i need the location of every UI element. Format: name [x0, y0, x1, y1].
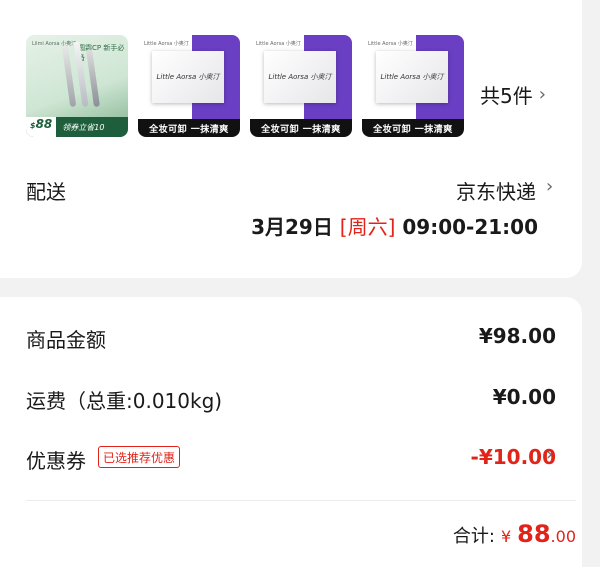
wipe-banner: 全妆可卸 一抹清爽	[138, 119, 240, 137]
divider	[26, 500, 576, 501]
product-price: $ 88	[26, 117, 57, 137]
delivery-date: 3月29日	[251, 215, 333, 239]
order-items-card: Lilmi Aorsa 小奥汀 圆霜CP 新手必备 $ 88 领券立省10 Li…	[0, 0, 582, 278]
goods-amount-value: ¥98.00	[478, 324, 556, 348]
wipe-banner: 全妆可卸 一抹清爽	[250, 119, 352, 137]
wipe-package-label: Little Aorsa 小奥汀	[268, 73, 332, 81]
goods-amount-label: 商品金额	[26, 328, 106, 352]
delivery-time[interactable]: 3月29日 [周六] 09:00-21:00	[251, 211, 538, 240]
courier-name: 京东快递	[456, 180, 536, 204]
order-total: 合计: ¥ 88 .00	[453, 520, 576, 548]
total-currency: ¥	[500, 527, 512, 546]
wipe-package-label: Little Aorsa 小奥汀	[380, 73, 444, 81]
wipe-package: Little Aorsa 小奥汀	[264, 51, 336, 103]
coupon-badge[interactable]: 已选推荐优惠	[98, 446, 181, 468]
wipe-banner: 全妆可卸 一抹清爽	[362, 119, 464, 137]
total-decimal: .00	[550, 527, 576, 546]
shipping-fee-label: 运费（总重:0.010kg)	[26, 389, 223, 413]
coupon-value[interactable]: -¥10.00	[471, 445, 556, 469]
delivery-window: 09:00-21:00	[402, 215, 538, 239]
product-thumbnail-wipes[interactable]: Little Aorsa 小奥汀 Little Aorsa 小奥汀 全妆可卸 一…	[362, 35, 464, 137]
wipe-package-label: Little Aorsa 小奥汀	[156, 73, 220, 81]
product-thumbnail-main[interactable]: Lilmi Aorsa 小奥汀 圆霜CP 新手必备 $ 88 领券立省10	[26, 35, 128, 137]
courier-selector[interactable]: 京东快递	[456, 176, 536, 205]
coupon-label: 优惠券	[26, 449, 86, 473]
shipping-fee-value: ¥0.00	[492, 385, 556, 409]
brand-logo: Little Aorsa 小奥汀	[368, 41, 413, 47]
delivery-label: 配送	[26, 180, 66, 204]
wipe-package: Little Aorsa 小奥汀	[152, 51, 224, 103]
item-count-label: 共5件	[480, 84, 533, 108]
price-amount: 88	[35, 117, 53, 131]
wipe-package: Little Aorsa 小奥汀	[376, 51, 448, 103]
total-label: 合计:	[452, 526, 495, 547]
chevron-right-icon: ›	[538, 84, 546, 105]
product-thumbnail-wipes[interactable]: Little Aorsa 小奥汀 Little Aorsa 小奥汀 全妆可卸 一…	[250, 35, 352, 137]
pen-graphic	[61, 44, 77, 108]
product-thumbnails[interactable]: Lilmi Aorsa 小奥汀 圆霜CP 新手必备 $ 88 领券立省10 Li…	[26, 35, 464, 137]
delivery-day: [周六]	[339, 215, 396, 239]
brand-logo: Lilmi Aorsa 小奥汀	[32, 41, 77, 47]
item-count-link[interactable]: 共5件 ›	[480, 80, 546, 109]
chevron-right-icon[interactable]: ›	[546, 176, 553, 197]
coupon-text: 领券立省10	[62, 122, 105, 132]
brand-logo: Little Aorsa 小奥汀	[256, 41, 301, 47]
product-thumbnail-wipes[interactable]: Little Aorsa 小奥汀 Little Aorsa 小奥汀 全妆可卸 一…	[138, 35, 240, 137]
product-price-strip: $ 88 领券立省10	[26, 117, 128, 137]
brand-logo: Little Aorsa 小奥汀	[144, 41, 189, 47]
chevron-right-icon[interactable]: ›	[546, 444, 553, 465]
total-amount: 88	[517, 520, 551, 548]
